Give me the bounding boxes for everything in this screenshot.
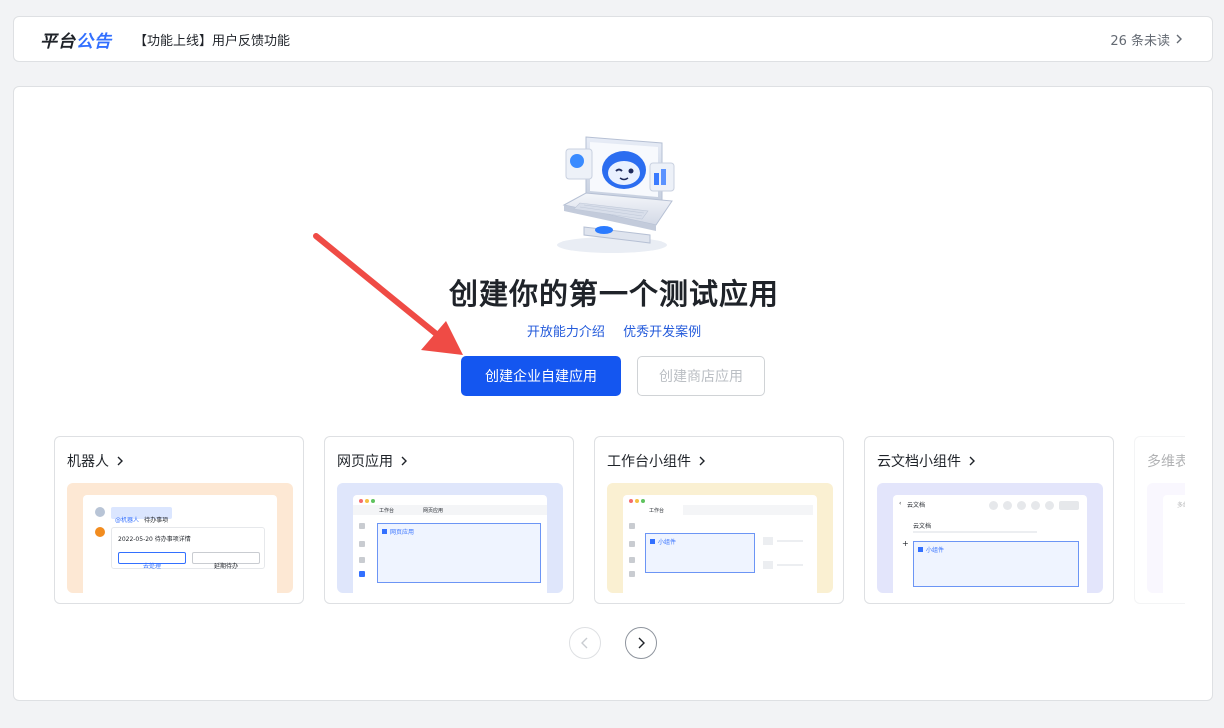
- create-store-app-button[interactable]: 创建商店应用: [637, 356, 765, 396]
- sidebar-icon: [359, 523, 365, 529]
- widget-frame: 小组件: [645, 533, 755, 573]
- notice-message[interactable]: 【功能上线】用户反馈功能: [134, 30, 1110, 49]
- carousel-next-button[interactable]: [625, 627, 657, 659]
- bot-message-card: 2022-05-20 待办事项详情 去处理 延期待办: [111, 527, 265, 570]
- back-chevron-icon: ‹: [899, 500, 902, 507]
- notice-brand: 平台 公告: [40, 27, 112, 52]
- avatar: [95, 507, 105, 517]
- app-type-carousel: 机器人 @机器人 待办事项 2022-05-20 待办事项详情 去处理 延期待办: [54, 436, 1185, 606]
- doc-widget-frame: 小组件: [913, 541, 1079, 587]
- preview-window: ‹ 云文档 云文档 + 小组件: [893, 495, 1087, 593]
- window-dots: [629, 499, 645, 503]
- workspace-icon: [359, 571, 365, 577]
- page-title: 创建你的第一个测试应用: [448, 277, 779, 311]
- chevron-right-icon: [638, 637, 645, 649]
- sidebar-icon: [359, 557, 365, 563]
- capability-intro-link[interactable]: 开放能力介绍: [527, 325, 605, 340]
- window-dots: [359, 499, 375, 503]
- create-custom-app-button[interactable]: 创建企业自建应用: [461, 356, 621, 396]
- chevron-left-icon: [581, 637, 588, 649]
- chevron-right-icon: [1176, 34, 1182, 44]
- carousel-prev-button[interactable]: [569, 627, 601, 659]
- sidebar-icon: [629, 523, 635, 529]
- card-title-label: 云文档小组件: [877, 454, 961, 470]
- web-app-frame: 网页应用: [377, 523, 541, 583]
- main-panel: 创建你的第一个测试应用 开放能力介绍 优秀开发案例 创建企业自建应用 创建商店应…: [13, 86, 1213, 701]
- chevron-right-icon: [699, 456, 705, 466]
- card-title-label: 机器人: [67, 454, 109, 470]
- card-title: 工作台小组件: [607, 451, 707, 471]
- card-web-app[interactable]: 网页应用 工作台 网页应用 网页应用: [324, 436, 574, 604]
- card-bitable[interactable]: 多维表格 多维表格: [1134, 436, 1185, 604]
- bot-mention-tag: @机器人 待办事项: [111, 507, 173, 524]
- chevron-right-icon: [401, 456, 407, 466]
- preview-window: 工作台 小组件: [623, 495, 817, 593]
- preview-window: 多维表格: [1163, 495, 1185, 593]
- unread-count-link[interactable]: 26 条未读: [1110, 30, 1184, 49]
- unread-count-label: 26 条未读: [1110, 33, 1170, 49]
- card-preview: ‹ 云文档 云文档 + 小组件: [877, 483, 1103, 593]
- chevron-right-icon: [117, 456, 123, 466]
- card-doc-widget[interactable]: 云文档小组件 ‹ 云文档 云文档 + 小组件: [864, 436, 1114, 604]
- preview-window: @机器人 待办事项 2022-05-20 待办事项详情 去处理 延期待办: [83, 495, 277, 593]
- sidebar-icon: [629, 557, 635, 563]
- card-title: 多维表格: [1147, 451, 1185, 471]
- card-title-label: 多维表格: [1147, 454, 1185, 470]
- card-title-label: 工作台小组件: [607, 454, 691, 470]
- card-title-label: 网页应用: [337, 454, 393, 470]
- card-preview: 工作台 小组件: [607, 483, 833, 593]
- card-title: 机器人: [67, 451, 125, 471]
- notice-brand-part1: 平台: [40, 31, 76, 52]
- preview-window: 工作台 网页应用 网页应用: [353, 495, 547, 593]
- developer-cases-link[interactable]: 优秀开发案例: [623, 325, 701, 340]
- card-workspace-widget[interactable]: 工作台小组件 工作台 小组件: [594, 436, 844, 604]
- plus-icon: +: [902, 539, 909, 548]
- chevron-right-icon: [969, 456, 975, 466]
- card-preview: @机器人 待办事项 2022-05-20 待办事项详情 去处理 延期待办: [67, 483, 293, 593]
- card-preview: 多维表格: [1147, 483, 1185, 593]
- card-bot[interactable]: 机器人 @机器人 待办事项 2022-05-20 待办事项详情 去处理 延期待办: [54, 436, 304, 604]
- handle-button: 去处理: [118, 552, 186, 570]
- sidebar-icon: [629, 571, 635, 577]
- intro-links: 开放能力介绍 优秀开发案例: [14, 321, 1212, 340]
- postpone-button: 延期待办: [192, 552, 260, 570]
- notice-brand-part2: 公告: [76, 31, 112, 52]
- platform-notice-bar: 平台 公告 【功能上线】用户反馈功能 26 条未读: [13, 16, 1213, 62]
- card-title: 云文档小组件: [877, 451, 977, 471]
- bot-avatar-icon: [95, 527, 105, 537]
- sidebar-icon: [359, 541, 365, 547]
- robot-computer-illustration: [557, 136, 675, 253]
- card-title: 网页应用: [337, 451, 409, 471]
- card-preview: 工作台 网页应用 网页应用: [337, 483, 563, 593]
- sidebar-icon: [629, 541, 635, 547]
